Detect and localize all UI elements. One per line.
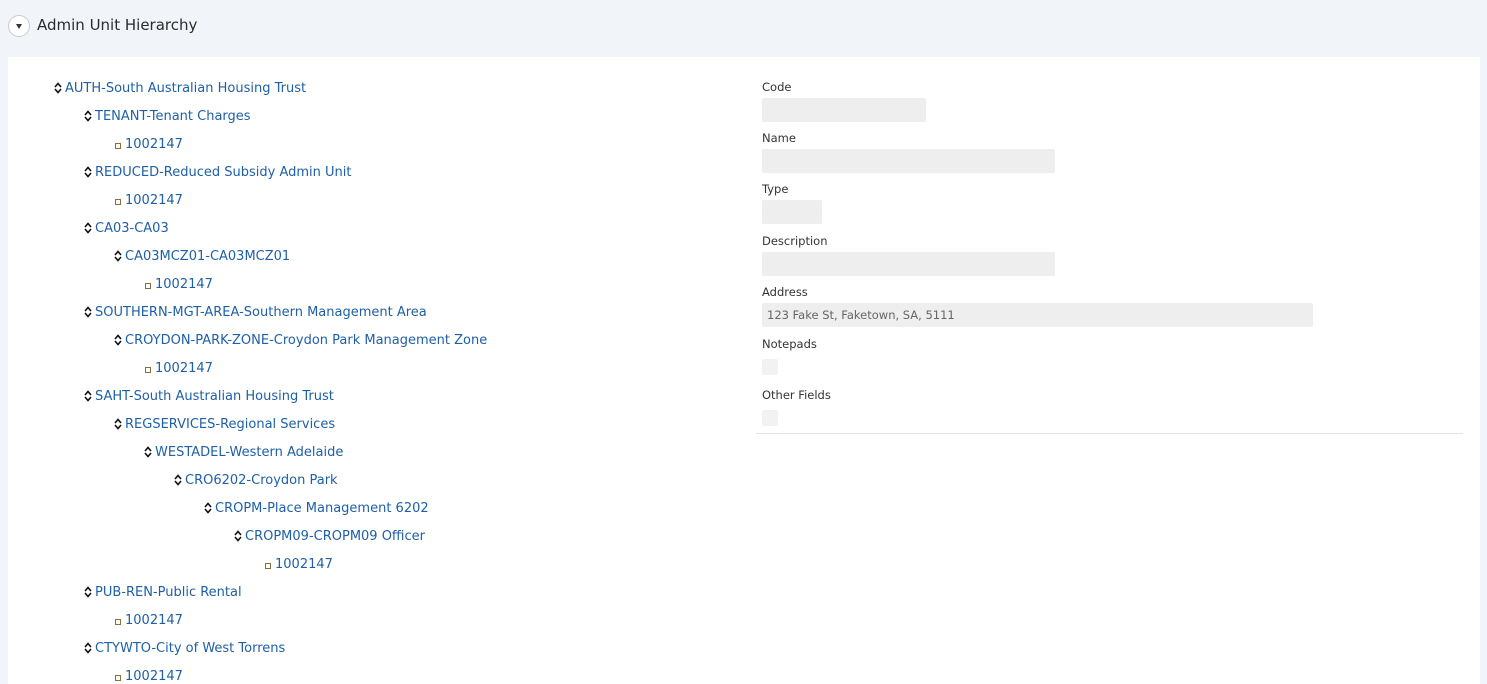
tree-node-label[interactable]: CA03MCZ01-CA03MCZ01 bbox=[125, 249, 290, 264]
tree-branch-node[interactable]: SOUTHERN-MGT-AREA-Southern Management Ar… bbox=[83, 302, 427, 322]
tree-node-label[interactable]: SAHT-South Australian Housing Trust bbox=[95, 389, 334, 404]
tree-branch-node[interactable]: CTYWTO-City of West Torrens bbox=[83, 638, 285, 658]
expand-collapse-icon[interactable] bbox=[83, 221, 93, 235]
address-label: Address bbox=[762, 285, 808, 299]
collapse-toggle-button[interactable] bbox=[8, 15, 30, 37]
tree-node-label[interactable]: WESTADEL-Western Adelaide bbox=[155, 445, 343, 460]
tree-node-label[interactable]: 1002147 bbox=[125, 193, 183, 208]
tree-branch-node[interactable]: CROPM-Place Management 6202 bbox=[203, 498, 429, 518]
tree-branch-node[interactable]: CROYDON-PARK-ZONE-Croydon Park Managemen… bbox=[113, 330, 487, 350]
tree-node-label[interactable]: 1002147 bbox=[155, 277, 213, 292]
expand-collapse-icon[interactable] bbox=[83, 389, 93, 403]
tree-node-label[interactable]: 1002147 bbox=[125, 613, 183, 628]
expand-collapse-icon[interactable] bbox=[143, 445, 153, 459]
leaf-square-icon bbox=[113, 193, 123, 207]
tree-node-label[interactable]: CTYWTO-City of West Torrens bbox=[95, 641, 285, 656]
expand-collapse-icon[interactable] bbox=[83, 165, 93, 179]
tree-leaf-node[interactable]: 1002147 bbox=[143, 358, 213, 378]
tree-node-label[interactable]: REDUCED-Reduced Subsidy Admin Unit bbox=[95, 165, 351, 180]
tree-leaf-node[interactable]: 1002147 bbox=[113, 190, 183, 210]
address-field: 123 Fake St, Faketown, SA, 5111 bbox=[762, 303, 1313, 327]
expand-collapse-icon[interactable] bbox=[113, 333, 123, 347]
tree-node-label[interactable]: CROPM-Place Management 6202 bbox=[215, 501, 429, 516]
leaf-square-icon bbox=[113, 613, 123, 627]
tree-node-label[interactable]: TENANT-Tenant Charges bbox=[95, 109, 251, 124]
section-title: Admin Unit Hierarchy bbox=[37, 16, 198, 34]
expand-collapse-icon[interactable] bbox=[173, 473, 183, 487]
tree-leaf-node[interactable]: 1002147 bbox=[143, 274, 213, 294]
expand-collapse-icon[interactable] bbox=[83, 585, 93, 599]
code-field bbox=[762, 98, 926, 122]
expand-collapse-icon[interactable] bbox=[233, 529, 243, 543]
tree-node-label[interactable]: 1002147 bbox=[125, 137, 183, 152]
tree-node-label[interactable]: 1002147 bbox=[125, 669, 183, 684]
tree-branch-node[interactable]: CA03MCZ01-CA03MCZ01 bbox=[113, 246, 290, 266]
tree-branch-node[interactable]: SAHT-South Australian Housing Trust bbox=[83, 386, 334, 406]
other-fields-label: Other Fields bbox=[762, 388, 831, 402]
tree-node-label[interactable]: 1002147 bbox=[155, 361, 213, 376]
tree-branch-node[interactable]: REGSERVICES-Regional Services bbox=[113, 414, 335, 434]
expand-collapse-icon[interactable] bbox=[53, 81, 63, 95]
tree-node-label[interactable]: REGSERVICES-Regional Services bbox=[125, 417, 335, 432]
name-field bbox=[762, 149, 1055, 173]
type-label: Type bbox=[762, 182, 789, 196]
other-fields-field bbox=[762, 410, 778, 426]
tree-branch-node[interactable]: PUB-REN-Public Rental bbox=[83, 582, 242, 602]
expand-collapse-icon[interactable] bbox=[113, 417, 123, 431]
name-label: Name bbox=[762, 131, 796, 145]
description-field bbox=[762, 252, 1055, 276]
leaf-square-icon bbox=[263, 557, 273, 571]
leaf-square-icon bbox=[143, 361, 153, 375]
notepads-field bbox=[762, 359, 778, 375]
tree-branch-node[interactable]: CA03-CA03 bbox=[83, 218, 169, 238]
expand-collapse-icon[interactable] bbox=[83, 305, 93, 319]
tree-branch-node[interactable]: REDUCED-Reduced Subsidy Admin Unit bbox=[83, 162, 351, 182]
tree-node-label[interactable]: AUTH-South Australian Housing Trust bbox=[65, 81, 306, 96]
notepads-label: Notepads bbox=[762, 337, 817, 351]
tree-leaf-node[interactable]: 1002147 bbox=[113, 610, 183, 630]
content-panel: AUTH-South Australian Housing Trust TENAN… bbox=[8, 57, 1480, 684]
tree-node-label[interactable]: CROYDON-PARK-ZONE-Croydon Park Managemen… bbox=[125, 333, 487, 348]
tree-node-label[interactable]: CRO6202-Croydon Park bbox=[185, 473, 338, 488]
details-divider bbox=[756, 433, 1463, 434]
tree-leaf-node[interactable]: 1002147 bbox=[113, 134, 183, 154]
leaf-square-icon bbox=[113, 669, 123, 683]
tree-leaf-node[interactable]: 1002147 bbox=[113, 666, 183, 684]
leaf-square-icon bbox=[143, 277, 153, 291]
tree-node-label[interactable]: CROPM09-CROPM09 Officer bbox=[245, 529, 425, 544]
expand-collapse-icon[interactable] bbox=[83, 109, 93, 123]
tree-node-label[interactable]: CA03-CA03 bbox=[95, 221, 169, 236]
section-header: Admin Unit Hierarchy bbox=[0, 0, 1487, 56]
tree-branch-node[interactable]: CROPM09-CROPM09 Officer bbox=[233, 526, 425, 546]
tree-leaf-node[interactable]: 1002147 bbox=[263, 554, 333, 574]
chevron-down-icon bbox=[16, 24, 22, 29]
expand-collapse-icon[interactable] bbox=[113, 249, 123, 263]
tree-node-label[interactable]: 1002147 bbox=[275, 557, 333, 572]
expand-collapse-icon[interactable] bbox=[203, 501, 213, 515]
tree-branch-node[interactable]: WESTADEL-Western Adelaide bbox=[143, 442, 343, 462]
tree-branch-node[interactable]: CRO6202-Croydon Park bbox=[173, 470, 338, 490]
tree-branch-node[interactable]: TENANT-Tenant Charges bbox=[83, 106, 251, 126]
description-label: Description bbox=[762, 234, 828, 248]
type-field bbox=[762, 200, 822, 224]
tree-branch-node[interactable]: AUTH-South Australian Housing Trust bbox=[53, 78, 306, 98]
code-label: Code bbox=[762, 80, 792, 94]
tree-node-label[interactable]: PUB-REN-Public Rental bbox=[95, 585, 242, 600]
expand-collapse-icon[interactable] bbox=[83, 641, 93, 655]
tree-node-label[interactable]: SOUTHERN-MGT-AREA-Southern Management Ar… bbox=[95, 305, 427, 320]
leaf-square-icon bbox=[113, 137, 123, 151]
